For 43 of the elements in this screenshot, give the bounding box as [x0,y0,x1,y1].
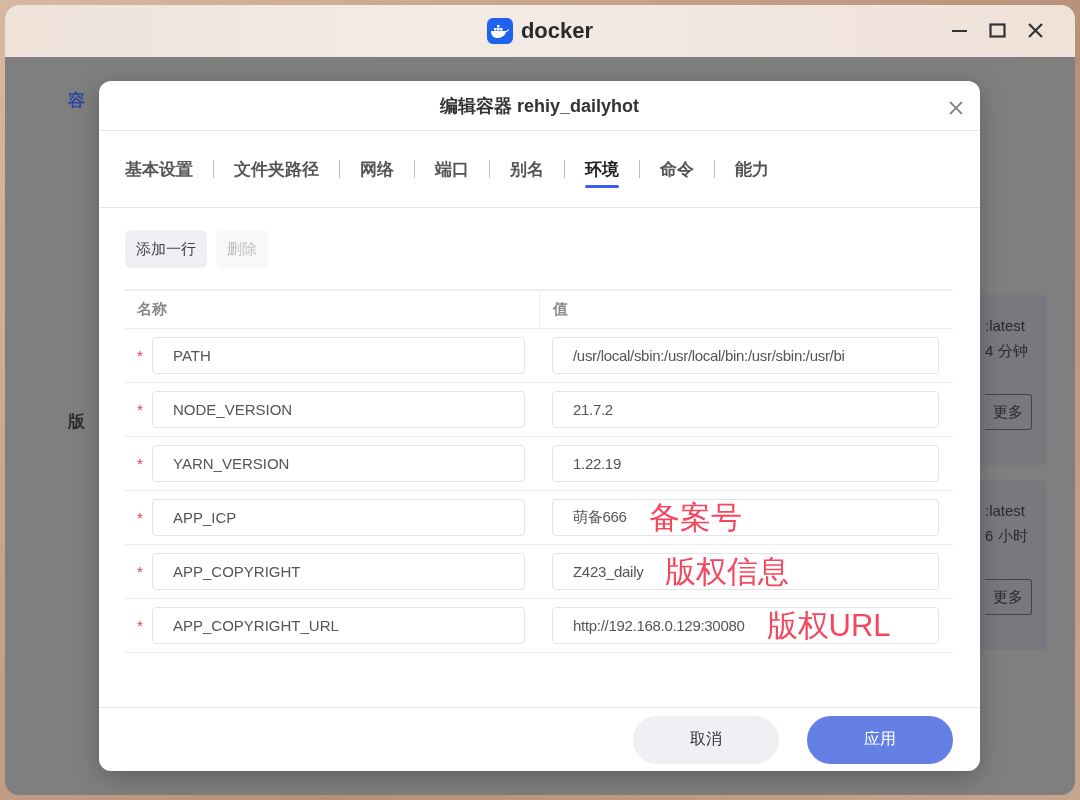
app-logo-icon [486,18,513,44]
required-mark: * [137,509,144,526]
tab[interactable]: 能力 [735,149,769,189]
required-mark: * [137,563,144,580]
required-mark: * [137,617,144,634]
input-field[interactable]: /usr/local/sbin:/usr/local/bin:/usr/sbin:/usr/bi [552,337,939,374]
maximize-icon[interactable] [988,21,1007,40]
image-tag: :latest [985,313,1026,338]
input-field[interactable]: http://192.168.0.129:30080 版权URL [552,607,939,644]
input-field[interactable]: NODE_VERSION [152,391,525,428]
cancel-button[interactable]: 取消 [633,715,779,764]
image-tag: :latest [985,498,1026,523]
input-field[interactable]: 萌备666 备案号 [552,499,939,536]
window-title: docker [520,18,594,44]
input-field[interactable]: 1.22.19 [552,445,939,482]
uptime-text: 6 小时 [985,526,1028,546]
required-mark: * [137,401,144,418]
apply-button[interactable]: 应用 [807,715,953,764]
dialog-title: 编辑容器 rehiy_dailyhot [439,94,639,118]
tab[interactable]: 端口 [435,149,469,189]
close-icon[interactable] [1026,21,1045,40]
column-header: 名称 [137,300,167,319]
annotation-label: 版权URL [766,610,891,641]
required-mark: * [137,455,144,472]
annotation-label: 版权信息 [665,556,790,587]
tab[interactable]: 环境 [585,149,619,189]
input-field[interactable]: Z423_daily 版权信息 [552,553,939,590]
input-field[interactable]: APP_COPYRIGHT_URL [152,607,525,644]
input-field[interactable]: APP_COPYRIGHT [152,553,525,590]
tab[interactable]: 别名 [510,149,544,189]
toolbar-button[interactable]: 添加一行 [125,230,207,268]
input-field[interactable]: 21.7.2 [552,391,939,428]
uptime-text: 4 分钟 [985,341,1028,361]
tab[interactable]: 网络 [360,149,394,189]
input-field[interactable]: APP_ICP [152,499,525,536]
input-field[interactable]: YARN_VERSION [152,445,525,482]
required-mark: * [137,347,144,364]
annotation-label: 备案号 [648,502,742,533]
input-field[interactable]: PATH [152,337,525,374]
tab[interactable]: 文件夹路径 [234,149,319,189]
tab[interactable]: 基本设置 [125,149,193,189]
tab[interactable]: 命令 [660,149,694,189]
column-header: 值 [553,300,568,319]
